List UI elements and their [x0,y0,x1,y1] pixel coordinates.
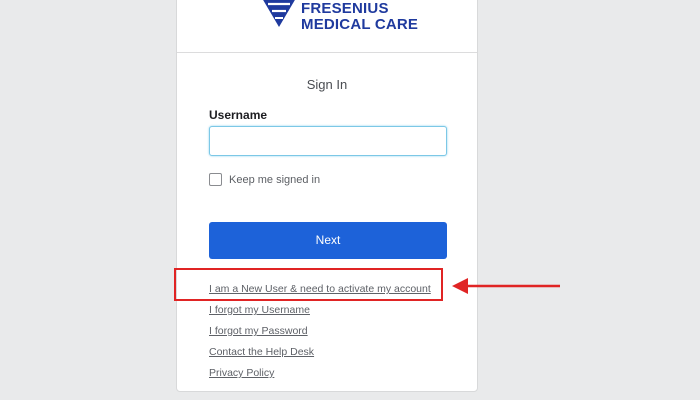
highlight-box [174,268,443,301]
forgot-password-link[interactable]: I forgot my Password [209,324,431,345]
left-arrow-icon [452,278,560,294]
keep-signed-in-label: Keep me signed in [229,173,321,186]
brand-header: FRESENIUS MEDICAL CARE [177,0,477,45]
username-input[interactable] [209,126,447,156]
username-label: Username [209,108,268,122]
fresenius-shield-icon [263,0,295,27]
brand-name: FRESENIUS MEDICAL CARE [301,1,418,33]
brand-line-2: MEDICAL CARE [301,16,419,33]
keep-signed-in-checkbox[interactable] [209,173,222,186]
next-button[interactable]: Next [209,222,447,259]
sign-in-card: FRESENIUS MEDICAL CARE Sign In Username … [176,0,478,392]
forgot-username-link[interactable]: I forgot my Username [209,303,431,324]
keep-signed-in[interactable]: Keep me signed in [209,173,320,186]
brand-line-1: FRESENIUS [301,0,389,17]
help-desk-link[interactable]: Contact the Help Desk [209,345,431,366]
page-title: Sign In [306,77,348,92]
header-divider [177,52,477,53]
privacy-policy-link[interactable]: Privacy Policy [209,366,431,387]
